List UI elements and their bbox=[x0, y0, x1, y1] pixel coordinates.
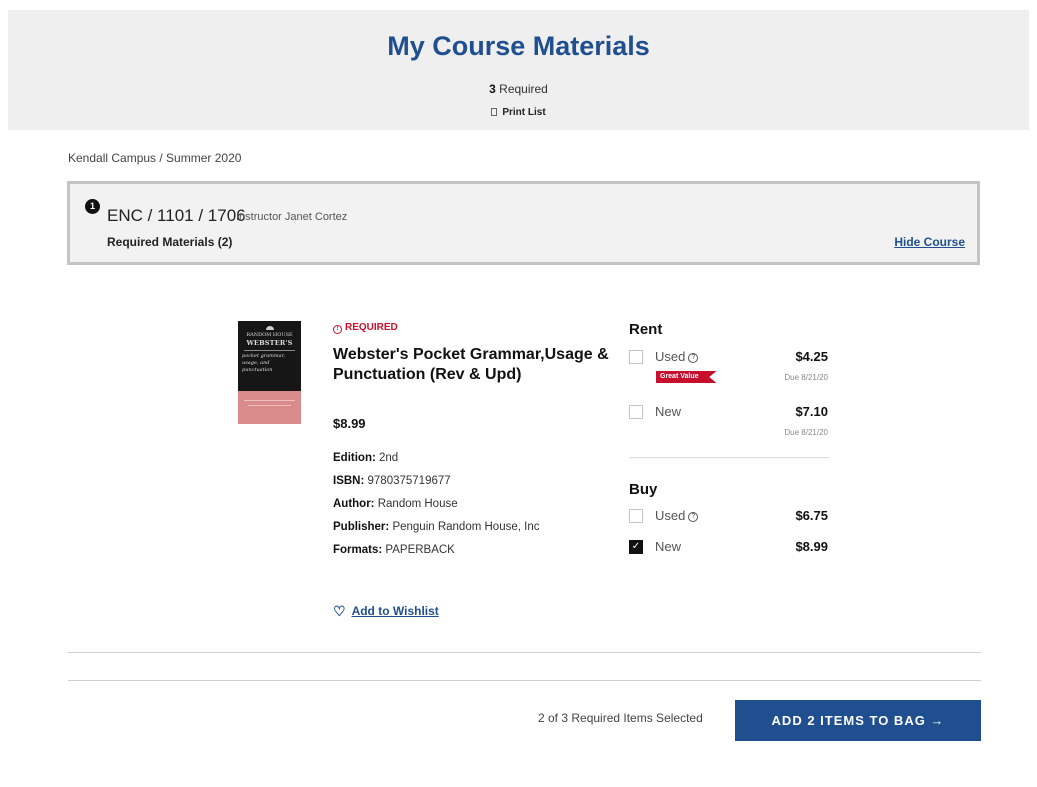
course-code: ENC / 1101 / 1706 bbox=[107, 206, 246, 225]
rent-heading: Rent bbox=[629, 321, 663, 338]
buy-used-option: Used? bbox=[655, 508, 699, 523]
print-icon bbox=[491, 108, 498, 116]
wishlist-label: Add to Wishlist bbox=[351, 604, 439, 618]
page-header: My Course Materials 3 Required Print Lis… bbox=[8, 10, 1029, 130]
required-tag-label: REQUIRED bbox=[345, 322, 398, 333]
heart-icon: ♡ bbox=[333, 603, 346, 619]
footer-divider bbox=[68, 680, 981, 681]
required-materials-count: Required Materials (2) bbox=[107, 235, 233, 249]
help-icon[interactable]: ? bbox=[688, 512, 699, 522]
cover-title: WEBSTER'S bbox=[246, 339, 293, 347]
selected-items-count: 2 of 3 Required Items Selected bbox=[538, 711, 703, 725]
rent-used-due: Due 8/21/20 bbox=[784, 373, 828, 382]
buy-heading: Buy bbox=[629, 481, 658, 498]
buy-new-price: $8.99 bbox=[795, 539, 828, 554]
alert-icon: ! bbox=[333, 325, 342, 334]
course-instructor: Instructor Janet Cortez bbox=[236, 211, 348, 223]
add-to-wishlist-link[interactable]: ♡ Add to Wishlist bbox=[333, 603, 439, 620]
rent-new-label: New bbox=[655, 404, 682, 419]
book-title: Webster's Pocket Grammar,Usage & Punctua… bbox=[333, 346, 609, 383]
buy-used-label: Used bbox=[655, 508, 686, 523]
print-list-label: Print List bbox=[502, 107, 546, 118]
rent-used-option: Used? bbox=[655, 349, 699, 364]
required-summary: 3 Required bbox=[8, 82, 1029, 96]
help-icon[interactable]: ? bbox=[688, 353, 699, 363]
rent-new-checkbox[interactable] bbox=[629, 405, 643, 419]
rent-used-label: Used bbox=[655, 349, 686, 364]
print-list-link[interactable]: Print List bbox=[8, 107, 1029, 118]
detail-author: Author: Random House bbox=[333, 498, 458, 510]
rent-used-checkbox[interactable] bbox=[629, 350, 643, 364]
book-cover-image: RANDOM HOUSE WEBSTER'S pocket grammar, u… bbox=[238, 321, 301, 424]
cover-subtitle: pocket grammar, usage, and punctuation bbox=[242, 353, 286, 373]
rent-new-price: $7.10 bbox=[795, 404, 828, 419]
required-tag: ! REQUIRED bbox=[333, 322, 398, 334]
hide-course-link[interactable]: Hide Course bbox=[894, 235, 965, 249]
detail-isbn: ISBN: 9780375719677 bbox=[333, 475, 451, 487]
breadcrumb: Kendall Campus / Summer 2020 bbox=[68, 151, 242, 165]
detail-formats: Formats: PAPERBACK bbox=[333, 544, 455, 556]
detail-publisher: Publisher: Penguin Random House, Inc bbox=[333, 521, 540, 533]
detail-edition: Edition: 2nd bbox=[333, 452, 399, 464]
required-label: Required bbox=[499, 82, 548, 96]
buy-used-checkbox[interactable] bbox=[629, 509, 643, 523]
great-value-badge: Great Value bbox=[656, 371, 717, 383]
publisher-logo-icon bbox=[266, 326, 274, 330]
book-price: $8.99 bbox=[333, 416, 366, 431]
section-divider bbox=[68, 652, 981, 653]
buy-new-checkbox[interactable]: ✓ bbox=[629, 540, 643, 554]
course-panel: 1 ENC / 1101 / 1706 Instructor Janet Cor… bbox=[67, 181, 980, 265]
checkmark-icon: ✓ bbox=[631, 541, 641, 552]
page-title: My Course Materials bbox=[387, 31, 650, 61]
book-details: Edition: 2nd ISBN: 9780375719677 Author:… bbox=[333, 452, 539, 567]
cover-publisher: RANDOM HOUSE bbox=[246, 332, 293, 338]
buy-new-label: New bbox=[655, 539, 682, 554]
add-to-bag-button[interactable]: ADD 2 ITEMS TO BAG → bbox=[735, 700, 981, 741]
required-count: 3 bbox=[489, 82, 496, 96]
rent-new-due: Due 8/21/20 bbox=[784, 428, 828, 437]
buy-used-price: $6.75 bbox=[795, 508, 828, 523]
rent-used-price: $4.25 bbox=[795, 349, 828, 364]
course-number-badge: 1 bbox=[85, 199, 100, 214]
options-divider bbox=[629, 457, 829, 458]
